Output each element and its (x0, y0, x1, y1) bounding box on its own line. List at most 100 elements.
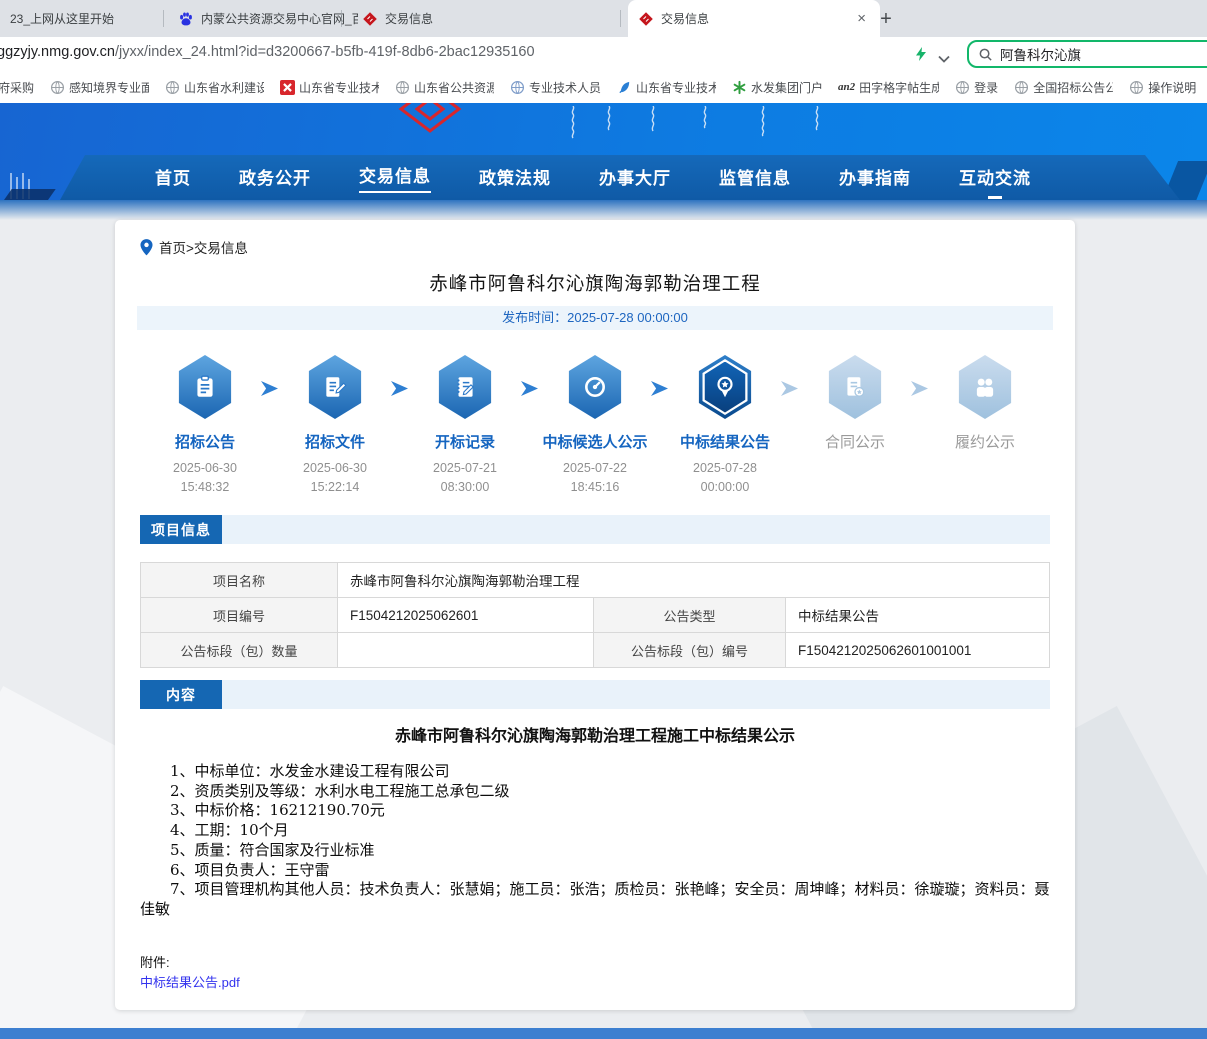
url-bar: ggzyjy.nmg.gov.cn/jyxx/index_24.html?id=… (0, 37, 1207, 71)
globe-icon (49, 79, 65, 95)
nav-item-gov-public[interactable]: 政务公开 (239, 164, 311, 191)
bookmark-item[interactable]: 登录 (954, 79, 998, 96)
search-icon (978, 47, 993, 62)
bookmark-item[interactable]: 山东省水利建设 (164, 79, 264, 96)
decoration (0, 189, 56, 200)
content-line: 2、资质类别及等级：水利水电工程施工总承包二级 (140, 782, 1052, 802)
notebook-pen-icon (452, 374, 478, 400)
bookmark-item[interactable]: 政府采购 (0, 79, 34, 96)
location-pin-icon (140, 239, 153, 256)
breadcrumb-text: 首页>交易信息 (159, 237, 248, 257)
bookmark-item[interactable]: an2 田字格字帖生成 (838, 79, 939, 96)
content-line: 5、质量：符合国家及行业标准 (140, 841, 1052, 861)
bookmark-item[interactable]: 感知境界专业面 (49, 79, 149, 96)
announcement-type-value: 中标结果公告 (786, 598, 1050, 633)
project-info-table: 项目名称 赤峰市阿鲁科尔沁旗陶海郭勒治理工程 项目编号 F15042120250… (140, 562, 1050, 668)
step-contract-publicity[interactable]: 合同公示 (790, 355, 920, 459)
step-tender-document[interactable]: 招标文件 2025-06-30 15:22:14 (270, 355, 400, 497)
bookmark-item[interactable]: 水发集团门户 (731, 79, 823, 96)
globe-icon (509, 79, 525, 95)
project-code-value: F1504212025062601 (338, 598, 594, 633)
url-path: /jyxx/index_24.html?id=d3200667-b5fb-419… (115, 44, 535, 60)
package-code-value: F1504212025062601001001 (786, 633, 1050, 668)
browser-tab[interactable]: 交易信息 (352, 0, 517, 37)
document-star-icon (842, 374, 868, 400)
search-input[interactable]: 阿鲁科尔沁旗 (967, 40, 1207, 68)
tab-label: 交易信息 (385, 10, 433, 27)
announcement-heading: 赤峰市阿鲁科尔沁旗陶海郭勒治理工程施工中标结果公示 (140, 722, 1050, 746)
an2-icon: an2 (838, 81, 855, 93)
green-burst-icon (731, 79, 747, 95)
browser-window: 23_上网从这里开始 内蒙公共资源交易中心官网_百度 交易信息 交易信息 × + (0, 0, 1207, 1039)
bookmark-item[interactable]: 山东省专业技术 (279, 79, 379, 96)
package-count-value (338, 633, 594, 668)
red-x-icon (279, 79, 295, 95)
step-winning-candidate[interactable]: 中标候选人公示 2025-07-22 18:45:16 (530, 355, 660, 497)
tab-strip: 23_上网从这里开始 内蒙公共资源交易中心官网_百度 交易信息 交易信息 × + (0, 0, 1207, 37)
medal-icon (712, 374, 738, 400)
tab-separator (620, 10, 621, 27)
globe-icon (394, 79, 410, 95)
gauge-icon (582, 374, 608, 400)
bookmark-item[interactable]: 山东省公共资源 (394, 79, 494, 96)
red-diamond-icon (638, 11, 654, 27)
project-name-value: 赤峰市阿鲁科尔沁旗陶海郭勒治理工程 (338, 563, 1050, 598)
bookmarks-bar: 政府采购 感知境界专业面 山东省水利建设 山东省专业技术 山东省公共资源 专业技… (0, 71, 1207, 104)
nav-item-guide[interactable]: 办事指南 (839, 164, 911, 191)
bookmark-item[interactable]: 山东省专业技术 (616, 79, 716, 96)
announcement-type-label: 公告类型 (594, 598, 786, 633)
document-pen-icon (322, 374, 348, 400)
globe-icon (1013, 79, 1029, 95)
browser-tab[interactable]: 内蒙公共资源交易中心官网_百度 (168, 0, 358, 37)
clipboard-icon (192, 374, 218, 400)
decoration (0, 200, 1207, 220)
nav-item-home[interactable]: 首页 (155, 164, 191, 191)
step-winning-result[interactable]: 中标结果公告 2025-07-28 00:00:00 (660, 355, 790, 497)
mongolian-script-icon (604, 106, 614, 141)
browser-tab-active[interactable]: 交易信息 × (628, 0, 880, 37)
content-line: 3、中标价格：16212190.70元 (140, 801, 1052, 821)
mongolian-script-icon (812, 106, 822, 141)
content-card: 首页>交易信息 赤峰市阿鲁科尔沁旗陶海郭勒治理工程 发布时间：2025-07-2… (115, 220, 1075, 1010)
attachment-label: 附件: (140, 952, 170, 971)
site-logo (393, 103, 467, 138)
nav-item-policy[interactable]: 政策法规 (479, 164, 551, 191)
nav-item-supervision[interactable]: 监管信息 (719, 164, 791, 191)
project-code-label: 项目编号 (141, 598, 338, 633)
site-header: 首页 政务公开 交易信息 政策法规 办事大厅 监管信息 办事指南 互动交流 (0, 103, 1207, 200)
search-value: 阿鲁科尔沁旗 (1000, 44, 1081, 64)
url-domain: ggzyjy.nmg.gov.cn (0, 44, 115, 60)
bookmark-item[interactable]: 专业技术人员 (509, 79, 601, 96)
lightning-icon[interactable] (913, 46, 929, 62)
content-line: 4、工期：10个月 (140, 821, 1052, 841)
project-info-section-header: 项目信息 (140, 515, 1050, 544)
bookmark-item[interactable]: 全国招标公告公 (1013, 79, 1113, 96)
step-bid-opening-record[interactable]: 开标记录 2025-07-21 08:30:00 (400, 355, 530, 497)
new-tab-button[interactable]: + (872, 5, 900, 33)
process-steps: 招标公告 2025-06-30 15:48:32 招标文件 2025-06-30… (140, 355, 1050, 505)
address-field[interactable]: ggzyjy.nmg.gov.cn/jyxx/index_24.html?id=… (0, 44, 535, 60)
main-nav: 首页 政务公开 交易信息 政策法规 办事大厅 监管信息 办事指南 互动交流 (60, 155, 1185, 200)
bookmark-item[interactable]: 操作说明 (1128, 79, 1196, 96)
chevron-down-icon[interactable] (938, 50, 950, 58)
content-badge: 内容 (140, 680, 222, 709)
nav-item-trade-info[interactable]: 交易信息 (359, 162, 431, 193)
baidu-icon (178, 11, 194, 27)
breadcrumb[interactable]: 首页>交易信息 (140, 237, 248, 257)
page-title: 赤峰市阿鲁科尔沁旗陶海郭勒治理工程 (115, 270, 1075, 296)
attachment-pdf-link[interactable]: 中标结果公告.pdf (140, 972, 240, 991)
quill-icon (616, 79, 632, 95)
globe-icon (1128, 79, 1144, 95)
footer-bar (0, 1028, 1207, 1039)
package-code-label: 公告标段（包）编号 (594, 633, 786, 668)
mongolian-script-icon (758, 106, 768, 147)
content-line: 6、项目负责人：王守雷 (140, 861, 1052, 881)
content-line: 1、中标单位：水发金水建设工程有限公司 (140, 762, 1052, 782)
step-tender-announcement[interactable]: 招标公告 2025-06-30 15:48:32 (140, 355, 270, 497)
package-count-label: 公告标段（包）数量 (141, 633, 338, 668)
nav-item-service-hall[interactable]: 办事大厅 (599, 164, 671, 191)
browser-tab[interactable]: 23_上网从这里开始 (0, 0, 180, 37)
close-tab-icon[interactable]: × (853, 10, 870, 27)
nav-item-interaction[interactable]: 互动交流 (959, 164, 1031, 191)
step-performance-publicity[interactable]: 履约公示 (920, 355, 1050, 459)
